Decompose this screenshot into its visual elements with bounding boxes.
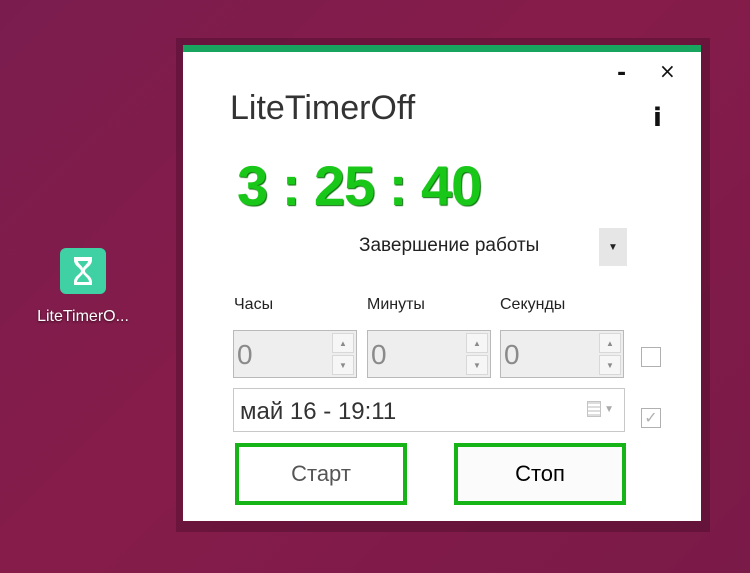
minutes-up-arrow-icon[interactable]: ▲: [466, 333, 488, 353]
date-mode-checkbox[interactable]: ✓: [641, 408, 661, 428]
seconds-up-arrow-icon[interactable]: ▲: [599, 333, 621, 353]
minutes-value: 0: [371, 339, 387, 370]
minutes-label: Минуты: [367, 296, 425, 313]
seconds-stepper[interactable]: 0 ▲ ▼: [500, 330, 624, 378]
stop-button[interactable]: Стоп: [454, 443, 626, 505]
app-title: LiteTimerOff: [230, 89, 416, 127]
hours-down-arrow-icon[interactable]: ▼: [332, 355, 354, 375]
hours-value: 0: [237, 339, 253, 370]
hours-label: Часы: [234, 296, 274, 313]
minimize-button[interactable]: -: [617, 63, 626, 85]
start-button[interactable]: Старт: [235, 443, 407, 505]
minutes-stepper[interactable]: 0 ▲ ▼: [367, 330, 491, 378]
info-button[interactable]: i: [653, 105, 662, 131]
action-select[interactable]: Завершение работы ▼: [355, 226, 627, 266]
hours-stepper[interactable]: 0 ▲ ▼: [233, 330, 357, 378]
hourglass-icon: [60, 248, 106, 294]
action-select-value: Завершение работы: [359, 235, 540, 256]
chevron-down-icon[interactable]: ▼: [599, 228, 627, 266]
countdown-display: 3 : 25 : 40: [237, 154, 482, 217]
seconds-down-arrow-icon[interactable]: ▼: [599, 355, 621, 375]
calendar-icon[interactable]: ▼: [587, 401, 614, 417]
app-window: - × i LiteTimerOff 3 : 25 : 40 Завершени…: [183, 45, 701, 521]
seconds-value: 0: [504, 339, 520, 370]
minutes-down-arrow-icon[interactable]: ▼: [466, 355, 488, 375]
close-button[interactable]: ×: [659, 61, 676, 81]
desktop-icon-label: LiteTimerO...: [37, 308, 129, 325]
desktop-icon-litetimeroff[interactable]: LiteTimerO...: [18, 248, 148, 326]
seconds-label: Секунды: [500, 296, 566, 313]
time-mode-checkbox[interactable]: [641, 347, 661, 367]
title-accent-bar: [183, 45, 701, 52]
date-value: май 16 - 19:11: [240, 398, 397, 425]
date-picker[interactable]: май 16 - 19:11 ▼: [233, 388, 625, 432]
hours-up-arrow-icon[interactable]: ▲: [332, 333, 354, 353]
